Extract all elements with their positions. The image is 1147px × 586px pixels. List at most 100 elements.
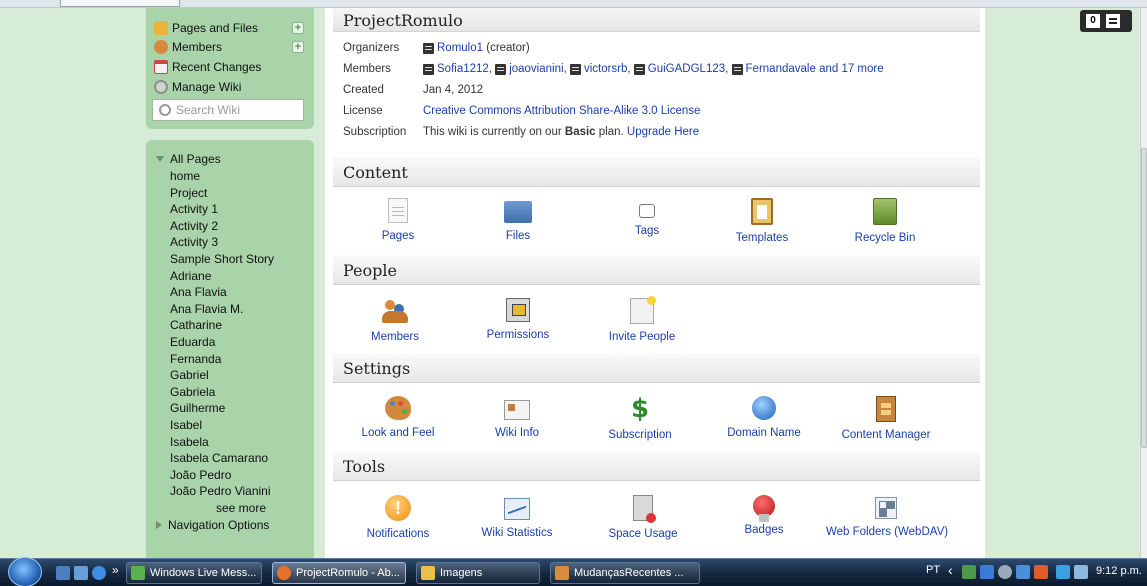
disk-usage-icon [633,495,656,523]
tag-icon [639,204,655,218]
page-link[interactable]: Isabela [156,434,274,451]
antivirus-icon[interactable] [1034,565,1048,579]
member-link[interactable]: Sofia1212 [437,63,489,75]
member-link[interactable]: victorsrb [584,63,627,75]
web-folders-tool[interactable]: Web Folders (WebDAV) [826,495,948,538]
document-icon [555,566,569,580]
domain-name-tool[interactable]: Domain Name [704,396,824,439]
organizer-link[interactable]: Romulo1 [437,42,483,54]
taskbar-button-messenger[interactable]: Windows Live Mess... [126,562,262,584]
page-link[interactable]: home [156,168,274,185]
page-link[interactable]: Guilherme [156,400,274,417]
page-link[interactable]: Fernanda [156,351,274,368]
page-link[interactable]: Ana Flavia [156,284,274,301]
section-content-header: Content [333,157,980,187]
tags-tool[interactable]: Tags [587,198,707,237]
navigation-options-toggle[interactable]: Navigation Options [156,516,274,534]
member-link[interactable]: Fernandavale [746,63,816,75]
clock[interactable]: 9:12 p.m. [1096,565,1142,577]
internet-explorer-icon[interactable] [92,566,106,580]
invite-icon [630,296,656,324]
sidebar-item-manage-wiki[interactable]: Manage Wiki [154,78,241,96]
all-pages-toggle[interactable]: All Pages [156,150,274,168]
network-icon[interactable] [962,565,976,579]
page-link[interactable]: Adriane [156,268,274,285]
member-link[interactable]: joaovianini [509,63,563,75]
recycle-bin-tool[interactable]: Recycle Bin [825,198,945,244]
page-link[interactable]: Isabela Camarano [156,450,274,467]
tool-label: Recycle Bin [854,232,916,244]
page-link[interactable]: Sample Short Story [156,251,274,268]
page-link[interactable]: Eduarda [156,334,274,351]
pages-list-box: All Pages home Project Activity 1 Activi… [146,140,314,558]
badges-tool[interactable]: Badges [704,495,824,536]
taskbar-button-browser[interactable]: ProjectRomulo - Ab... [272,562,406,584]
speaker-icon[interactable] [1056,565,1070,579]
invite-people-tool[interactable]: Invite People [582,296,702,343]
page-link[interactable]: Project [156,185,274,202]
browser-tab-edge [60,0,180,7]
notifications-tool[interactable]: ! Notifications [338,495,458,540]
recycle-bin-icon [873,198,897,225]
subscription-tool[interactable]: $ Subscription [580,396,700,441]
taskbar-button-label: MudançasRecentes ... [574,567,684,579]
switch-windows-icon[interactable] [74,566,88,580]
update-icon[interactable] [998,565,1012,579]
page-link[interactable]: Isabel [156,417,274,434]
subscription-plan: Basic [564,126,596,138]
files-tool[interactable]: Files [458,198,578,242]
page-link[interactable]: Catharine [156,317,274,334]
wiki-statistics-tool[interactable]: Wiki Statistics [457,495,577,539]
sidebar-item-label: Members [172,40,223,54]
tray-expand-icon[interactable]: ‹ [948,562,953,578]
member-link[interactable]: GuiGADGL123 [648,63,725,75]
show-desktop-icon[interactable] [56,566,70,580]
language-indicator[interactable]: PT [926,564,940,576]
chevron-down-icon [156,156,164,162]
dollar-icon: $ [630,394,650,424]
taskbar-button-recent-changes[interactable]: MudançasRecentes ... [550,562,700,584]
notification-badge[interactable]: 0 [1080,10,1132,32]
monitor-icon[interactable] [1016,565,1030,579]
section-tools-header: Tools [333,451,980,481]
templates-tool[interactable]: Templates [702,198,822,244]
space-usage-tool[interactable]: Space Usage [583,495,703,540]
quick-launch-chevron[interactable]: » [112,563,119,577]
sidebar-item-recent-changes[interactable]: Recent Changes [154,58,261,76]
sidebar-item-pages-and-files[interactable]: Pages and Files [154,19,258,37]
scrollbar-thumb[interactable] [1141,148,1147,448]
pages-tool[interactable]: Pages [338,198,458,242]
add-page-button[interactable]: + [292,22,304,34]
license-link[interactable]: Creative Commons Attribution Share-Alike… [423,105,700,117]
wiki-info-tool[interactable]: Wiki Info [457,396,577,439]
upgrade-link[interactable]: Upgrade Here [627,126,699,138]
see-more-link[interactable]: see more [156,500,274,517]
messenger-tray-icon[interactable] [980,565,994,579]
sidebar-item-label: Manage Wiki [172,80,242,94]
page-link[interactable]: Activity 2 [156,218,274,235]
search-input[interactable]: Search Wiki [152,99,304,121]
page-link[interactable]: Ana Flavia M. [156,301,274,318]
power-icon[interactable] [1074,565,1088,579]
permissions-tool[interactable]: Permissions [458,298,578,341]
windows-taskbar: » Windows Live Mess... ProjectRomulo - A… [0,557,1147,586]
page-link[interactable]: Gabriela [156,384,274,401]
sidebar-item-members[interactable]: Members [154,38,222,56]
page-link[interactable]: Activity 1 [156,201,274,218]
members-tool[interactable]: Members [335,298,455,343]
subscription-suffix: plan. [598,126,624,138]
organizer-role: (creator) [486,42,530,54]
page-link[interactable]: Activity 3 [156,234,274,251]
section-title: Settings [343,359,411,378]
add-member-button[interactable]: + [292,41,304,53]
page-link[interactable]: Gabriel [156,367,274,384]
members-more-link[interactable]: and 17 more [819,63,884,75]
start-button[interactable] [8,557,42,586]
content-manager-tool[interactable]: Content Manager [826,396,946,441]
look-and-feel-tool[interactable]: Look and Feel [338,396,458,439]
page-link[interactable]: João Pedro [156,467,274,484]
messenger-icon [131,566,145,580]
page-link[interactable]: João Pedro Vianini [156,483,274,500]
taskbar-button-images[interactable]: Imagens [416,562,540,584]
section-title: Tools [343,457,386,476]
